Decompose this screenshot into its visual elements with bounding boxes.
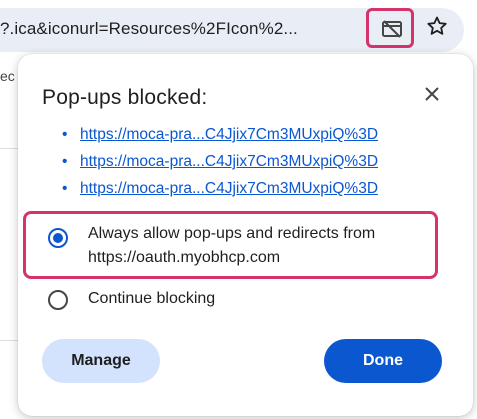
done-button[interactable]: Done <box>324 339 442 383</box>
browser-toolbar: ?.ica&iconurl=Resources%2FIcon%2... <box>0 0 477 62</box>
manage-button[interactable]: Manage <box>42 339 160 383</box>
popups-blocked-dialog: Pop-ups blocked: • https://moca-pra...C4J… <box>18 54 473 416</box>
blocked-link-text[interactable]: https://moca-pra...C4Jjix7Cm3MUxpiQ%3D <box>80 180 378 197</box>
continue-blocking-radio[interactable] <box>48 290 68 310</box>
popup-blocked-icon <box>382 20 402 38</box>
star-icon[interactable] <box>425 14 449 38</box>
close-icon[interactable] <box>422 84 442 104</box>
list-bullet: • <box>62 180 68 197</box>
blocked-link-text[interactable]: https://moca-pra...C4Jjix7Cm3MUxpiQ%3D <box>80 153 378 170</box>
blocked-link[interactable]: • https://moca-pra...C4Jjix7Cm3MUxpiQ%3D <box>62 126 378 153</box>
popup-blocked-button[interactable] <box>366 8 414 48</box>
list-bullet: • <box>62 153 68 170</box>
background-page-text: ec <box>0 68 15 84</box>
blocked-link[interactable]: • https://moca-pra...C4Jjix7Cm3MUxpiQ%3D <box>62 153 378 180</box>
address-bar-url[interactable]: ?.ica&iconurl=Resources%2FIcon%2... <box>0 19 298 39</box>
allow-option-label[interactable]: Always allow pop-ups and redirects from … <box>88 222 375 270</box>
blocked-links-list: • https://moca-pra...C4Jjix7Cm3MUxpiQ%3D … <box>62 126 378 207</box>
allow-option-line1: Always allow pop-ups and redirects from <box>88 225 376 242</box>
list-bullet: • <box>62 126 68 143</box>
dialog-title: Pop-ups blocked: <box>42 86 208 109</box>
continue-blocking-label[interactable]: Continue blocking <box>88 287 215 311</box>
blocked-link-text[interactable]: https://moca-pra...C4Jjix7Cm3MUxpiQ%3D <box>80 126 378 143</box>
blocked-link[interactable]: • https://moca-pra...C4Jjix7Cm3MUxpiQ%3D <box>62 180 378 207</box>
allow-popups-radio[interactable] <box>48 228 68 248</box>
allow-option-line2: https://oauth.myobhcp.com <box>88 249 281 266</box>
